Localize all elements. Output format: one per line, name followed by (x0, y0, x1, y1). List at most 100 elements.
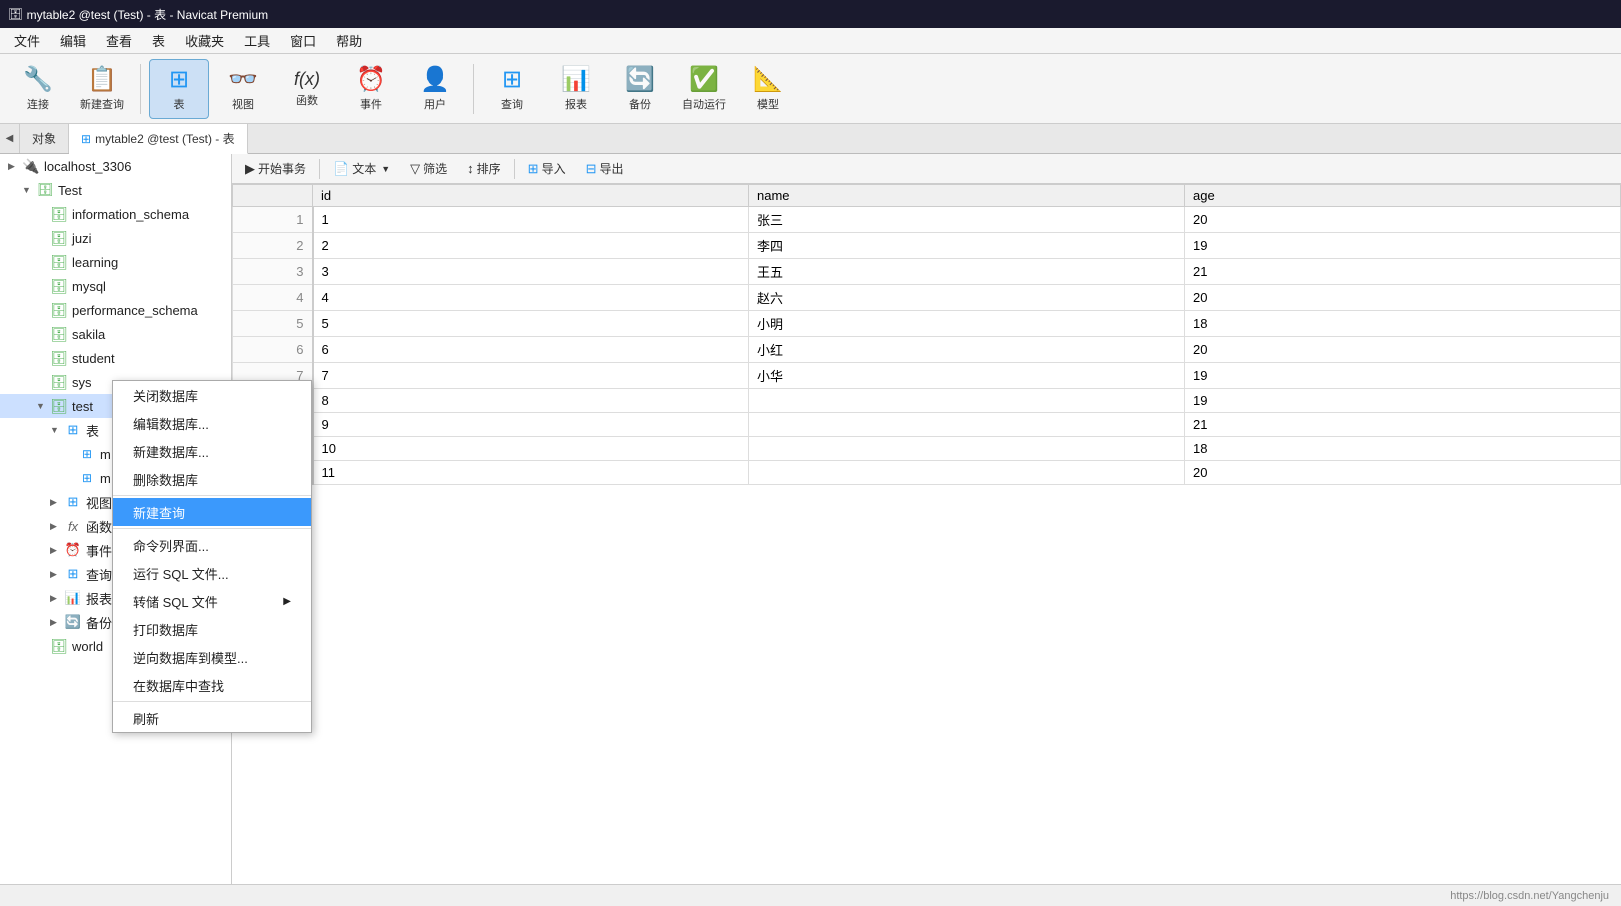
table-row[interactable]: 4 4 赵六 20 (233, 285, 1621, 311)
btn-filter[interactable]: ▽ 筛选 (401, 157, 456, 181)
cell-name-11[interactable] (749, 461, 1185, 485)
table-row[interactable]: 8 8 19 (233, 389, 1621, 413)
toolbar-query[interactable]: ⊞ 查询 (482, 59, 542, 119)
cell-id-7[interactable]: 7 (313, 363, 749, 389)
sidebar-item-learning[interactable]: 🗄 learning (0, 250, 231, 274)
toolbar-function[interactable]: f(x) 函数 (277, 59, 337, 119)
sidebar-label-backups-folder: 备份 (86, 613, 112, 632)
cell-name-6[interactable]: 小红 (749, 337, 1185, 363)
menu-file[interactable]: 文件 (4, 29, 50, 52)
toolbar-model[interactable]: 📐 模型 (738, 59, 798, 119)
cell-name-4[interactable]: 赵六 (749, 285, 1185, 311)
ctx-item-transfer-sql[interactable]: 转储 SQL 文件▶ (113, 587, 311, 615)
sidebar-item-localhost[interactable]: ▶ 🔌 localhost_3306 (0, 154, 231, 178)
cell-id-5[interactable]: 5 (313, 311, 749, 337)
sidebar-item-student[interactable]: 🗄 student (0, 346, 231, 370)
ctx-item-edit-db[interactable]: 编辑数据库... (113, 409, 311, 437)
toolbar-autorun[interactable]: ✅ 自动运行 (674, 59, 734, 119)
col-header-age[interactable]: age (1185, 185, 1621, 207)
btn-export[interactable]: ⊟ 导出 (577, 157, 633, 181)
btn-begin-tx[interactable]: ▶ 开始事务 (236, 157, 315, 181)
sidebar-item-performance-schema[interactable]: 🗄 performance_schema (0, 298, 231, 322)
cell-id-6[interactable]: 6 (313, 337, 749, 363)
menu-favorites[interactable]: 收藏夹 (175, 29, 234, 52)
cell-id-9[interactable]: 9 (313, 413, 749, 437)
cell-id-2[interactable]: 2 (313, 233, 749, 259)
cell-age-4[interactable]: 20 (1185, 285, 1621, 311)
btn-sort[interactable]: ↕ 排序 (458, 157, 510, 181)
table-row[interactable]: 11 11 20 (233, 461, 1621, 485)
menu-help[interactable]: 帮助 (326, 29, 372, 52)
cell-id-11[interactable]: 11 (313, 461, 749, 485)
ctx-item-refresh[interactable]: 刷新 (113, 704, 311, 732)
table-row[interactable]: 10 10 18 (233, 437, 1621, 461)
table-row[interactable]: 2 2 李四 19 (233, 233, 1621, 259)
toolbar-table[interactable]: ⊞ 表 (149, 59, 209, 119)
toolbar-new-query[interactable]: 📋 新建查询 (72, 59, 132, 119)
tab-objects[interactable]: 对象 (20, 124, 69, 153)
ctx-item-close-db[interactable]: 关闭数据库 (113, 381, 311, 409)
cell-id-3[interactable]: 3 (313, 259, 749, 285)
cell-age-3[interactable]: 21 (1185, 259, 1621, 285)
cell-id-1[interactable]: 1 (313, 207, 749, 233)
toolbar-connect[interactable]: 🔧 连接 (8, 59, 68, 119)
sidebar-item-juzi[interactable]: 🗄 juzi (0, 226, 231, 250)
menu-view[interactable]: 查看 (96, 29, 142, 52)
ctx-item-new-query[interactable]: 新建查询 (113, 498, 311, 526)
toolbar-user[interactable]: 👤 用户 (405, 59, 465, 119)
cell-name-9[interactable] (749, 413, 1185, 437)
cell-name-3[interactable]: 王五 (749, 259, 1185, 285)
menu-window[interactable]: 窗口 (280, 29, 326, 52)
toolbar-view[interactable]: 👓 视图 (213, 59, 273, 119)
table-row[interactable]: 3 3 王五 21 (233, 259, 1621, 285)
menu-edit[interactable]: 编辑 (50, 29, 96, 52)
toolbar-report[interactable]: 📊 报表 (546, 59, 606, 119)
cell-id-10[interactable]: 10 (313, 437, 749, 461)
tab-nav-left[interactable]: ◀ (0, 124, 20, 153)
sidebar-item-sakila[interactable]: 🗄 sakila (0, 322, 231, 346)
sidebar-item-mysql[interactable]: 🗄 mysql (0, 274, 231, 298)
cell-id-8[interactable]: 8 (313, 389, 749, 413)
ctx-item-delete-db[interactable]: 删除数据库 (113, 465, 311, 493)
col-header-name[interactable]: name (749, 185, 1185, 207)
cell-id-4[interactable]: 4 (313, 285, 749, 311)
cell-name-10[interactable] (749, 437, 1185, 461)
cell-name-8[interactable] (749, 389, 1185, 413)
tab-mytable2[interactable]: ⊞ mytable2 @test (Test) - 表 (69, 124, 248, 154)
table-row[interactable]: 5 5 小明 18 (233, 311, 1621, 337)
toolbar-event[interactable]: ⏰ 事件 (341, 59, 401, 119)
cell-age-6[interactable]: 20 (1185, 337, 1621, 363)
table-row[interactable]: 7 7 小华 19 (233, 363, 1621, 389)
sidebar-item-information-schema[interactable]: 🗄 information_schema (0, 202, 231, 226)
cell-age-1[interactable]: 20 (1185, 207, 1621, 233)
menu-tools[interactable]: 工具 (234, 29, 280, 52)
btn-import[interactable]: ⊞ 导入 (519, 157, 575, 181)
sidebar-label-student: student (72, 351, 115, 366)
row-num-6: 6 (233, 337, 313, 363)
toolbar-backup[interactable]: 🔄 备份 (610, 59, 670, 119)
cell-age-7[interactable]: 19 (1185, 363, 1621, 389)
ctx-item-reverse-model[interactable]: 逆向数据库到模型... (113, 643, 311, 671)
cell-age-11[interactable]: 20 (1185, 461, 1621, 485)
ctx-item-find-in-db[interactable]: 在数据库中查找 (113, 671, 311, 699)
menu-table[interactable]: 表 (142, 29, 175, 52)
table-row[interactable]: 6 6 小红 20 (233, 337, 1621, 363)
cell-age-8[interactable]: 19 (1185, 389, 1621, 413)
ctx-item-cmd-line[interactable]: 命令列界面... (113, 531, 311, 559)
ctx-item-run-sql[interactable]: 运行 SQL 文件... (113, 559, 311, 587)
table-row[interactable]: 1 1 张三 20 (233, 207, 1621, 233)
cell-name-7[interactable]: 小华 (749, 363, 1185, 389)
ctx-item-new-db[interactable]: 新建数据库... (113, 437, 311, 465)
cell-age-9[interactable]: 21 (1185, 413, 1621, 437)
btn-text[interactable]: 📄 文本 ▼ (324, 157, 399, 181)
cell-age-2[interactable]: 19 (1185, 233, 1621, 259)
cell-age-10[interactable]: 18 (1185, 437, 1621, 461)
cell-age-5[interactable]: 18 (1185, 311, 1621, 337)
cell-name-2[interactable]: 李四 (749, 233, 1185, 259)
table-row[interactable]: 9 9 21 (233, 413, 1621, 437)
col-header-id[interactable]: id (313, 185, 749, 207)
cell-name-5[interactable]: 小明 (749, 311, 1185, 337)
sidebar-item-test-db[interactable]: ▼ 🗄 Test (0, 178, 231, 202)
ctx-item-print-db[interactable]: 打印数据库 (113, 615, 311, 643)
cell-name-1[interactable]: 张三 (749, 207, 1185, 233)
